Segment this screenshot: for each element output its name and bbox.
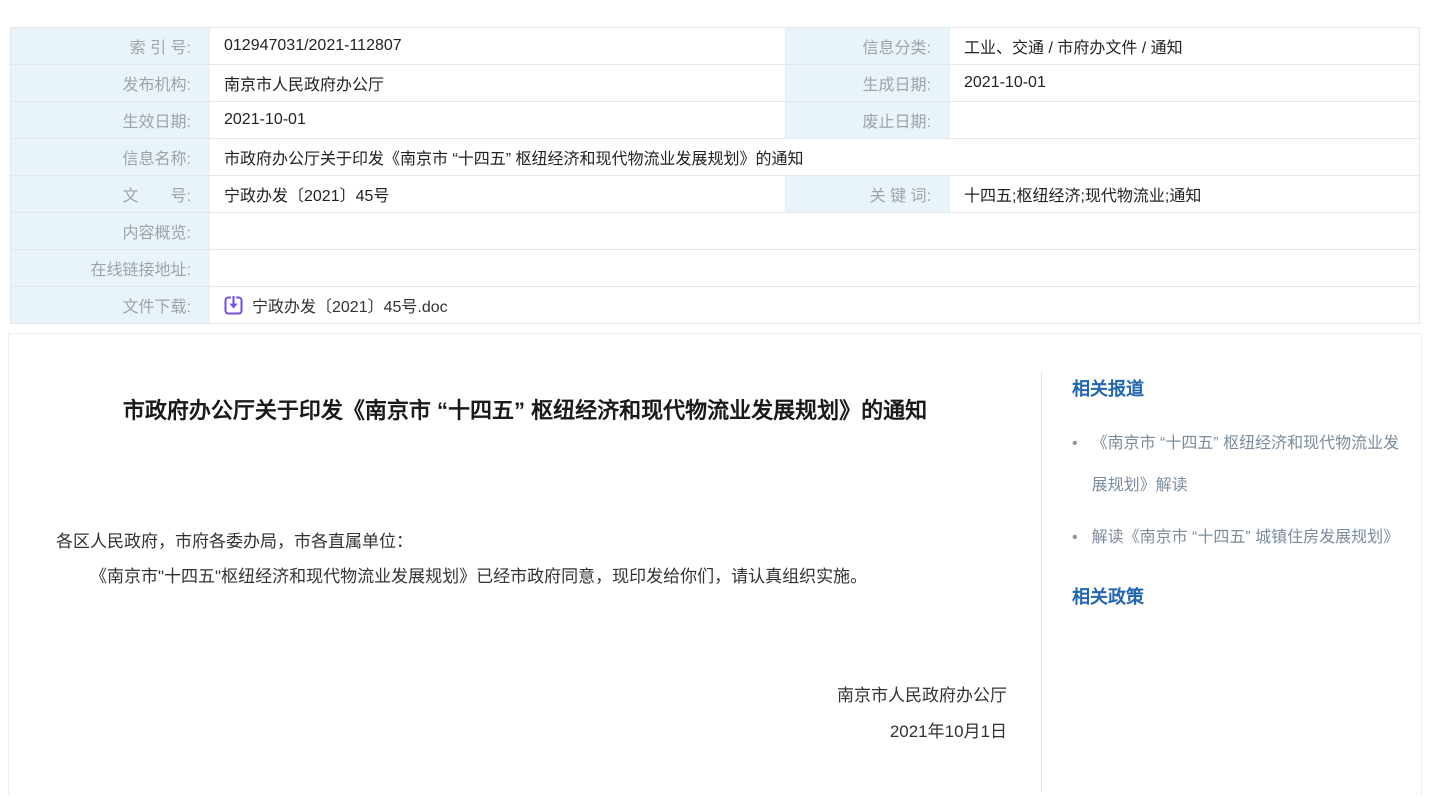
field-label: 信息分类:	[785, 28, 950, 64]
field-label: 内容概览:	[11, 213, 210, 249]
field-label: 信息名称:	[11, 139, 210, 175]
field-label: 发布机构:	[11, 65, 210, 101]
field-label: 生成日期:	[785, 65, 950, 101]
field-value: 工业、交通 / 市府办文件 / 通知	[950, 28, 1419, 64]
field-value: 宁政办发〔2021〕45号	[210, 176, 785, 212]
table-row: 文件下载: 宁政办发〔2021〕45号.doc	[11, 287, 1419, 324]
table-row: 发布机构:南京市人民政府办公厅生成日期:2021-10-01	[11, 65, 1419, 102]
field-value: 012947031/2021-112807	[210, 28, 785, 64]
bullet-icon: •	[1072, 517, 1078, 559]
table-row: 信息名称:市政府办公厅关于印发《南京市 “十四五” 枢纽经济和现代物流业发展规划…	[11, 139, 1419, 176]
content-box: 市政府办公厅关于印发《南京市 “十四五” 枢纽经济和现代物流业发展规划》的通知 …	[8, 333, 1422, 795]
sidebar-link-list: •《南京市 “十四五” 枢纽经济和现代物流业发展规划》解读•解读《南京市 “十四…	[1072, 423, 1401, 559]
field-value: 宁政办发〔2021〕45号.doc	[210, 287, 1419, 323]
document-signature: 南京市人民政府办公厅 2021年10月1日	[9, 678, 1007, 750]
field-label: 索 引 号:	[11, 28, 210, 64]
related-link[interactable]: 解读《南京市 “十四五” 城镇住房发展规划》	[1092, 517, 1400, 559]
sidebar-inner: 相关报道•《南京市 “十四五” 枢纽经济和现代物流业发展规划》解读•解读《南京市…	[1041, 372, 1421, 792]
sidebar-heading: 相关政策	[1072, 585, 1401, 609]
document-main: 市政府办公厅关于印发《南京市 “十四五” 枢纽经济和现代物流业发展规划》的通知 …	[9, 334, 1041, 795]
document-salutation: 各区人民政府，市府各委办局，市各直属单位：	[56, 528, 1001, 557]
table-row: 文 号:宁政办发〔2021〕45号关 键 词:十四五;枢纽经济;现代物流业;通知	[11, 176, 1419, 213]
download-icon	[224, 296, 243, 315]
file-name: 宁政办发〔2021〕45号.doc	[252, 293, 448, 317]
table-row: 生效日期:2021-10-01废止日期:	[11, 102, 1419, 139]
signature-org: 南京市人民政府办公厅	[9, 678, 1007, 714]
bullet-icon: •	[1072, 423, 1078, 507]
field-label: 文 号:	[11, 176, 210, 212]
field-value	[210, 250, 1419, 286]
field-label: 废止日期:	[785, 102, 950, 138]
sidebar-heading: 相关报道	[1072, 377, 1401, 401]
field-value: 市政府办公厅关于印发《南京市 “十四五” 枢纽经济和现代物流业发展规划》的通知	[210, 139, 1419, 175]
related-link[interactable]: 《南京市 “十四五” 枢纽经济和现代物流业发展规划》解读	[1092, 423, 1401, 507]
table-row: 索 引 号:012947031/2021-112807信息分类:工业、交通 / …	[11, 28, 1419, 65]
field-label: 文件下载:	[11, 287, 210, 323]
file-download-link[interactable]: 宁政办发〔2021〕45号.doc	[224, 293, 448, 317]
list-item[interactable]: •《南京市 “十四五” 枢纽经济和现代物流业发展规划》解读	[1072, 423, 1401, 507]
field-label: 生效日期:	[11, 102, 210, 138]
field-value: 2021-10-01	[950, 65, 1419, 101]
document-body: 《南京市"十四五"枢纽经济和现代物流业发展规划》已经市政府同意，现印发给你们，请…	[56, 563, 1013, 592]
field-value: 十四五;枢纽经济;现代物流业;通知	[950, 176, 1419, 212]
metadata-table: 索 引 号:012947031/2021-112807信息分类:工业、交通 / …	[10, 27, 1420, 324]
page: 索 引 号:012947031/2021-112807信息分类:工业、交通 / …	[0, 0, 1430, 799]
field-value: 南京市人民政府办公厅	[210, 65, 785, 101]
sidebar: 相关报道•《南京市 “十四五” 枢纽经济和现代物流业发展规划》解读•解读《南京市…	[1041, 334, 1421, 795]
field-value	[210, 213, 1419, 249]
field-value	[950, 102, 1419, 138]
table-row: 在线链接地址:	[11, 250, 1419, 287]
field-label: 关 键 词:	[785, 176, 950, 212]
table-row: 内容概览:	[11, 213, 1419, 250]
field-value: 2021-10-01	[210, 102, 785, 138]
field-label: 在线链接地址:	[11, 250, 210, 286]
document-title: 市政府办公厅关于印发《南京市 “十四五” 枢纽经济和现代物流业发展规划》的通知	[71, 386, 979, 436]
list-item[interactable]: • 解读《南京市 “十四五” 城镇住房发展规划》	[1072, 517, 1401, 559]
signature-date: 2021年10月1日	[9, 714, 1007, 750]
